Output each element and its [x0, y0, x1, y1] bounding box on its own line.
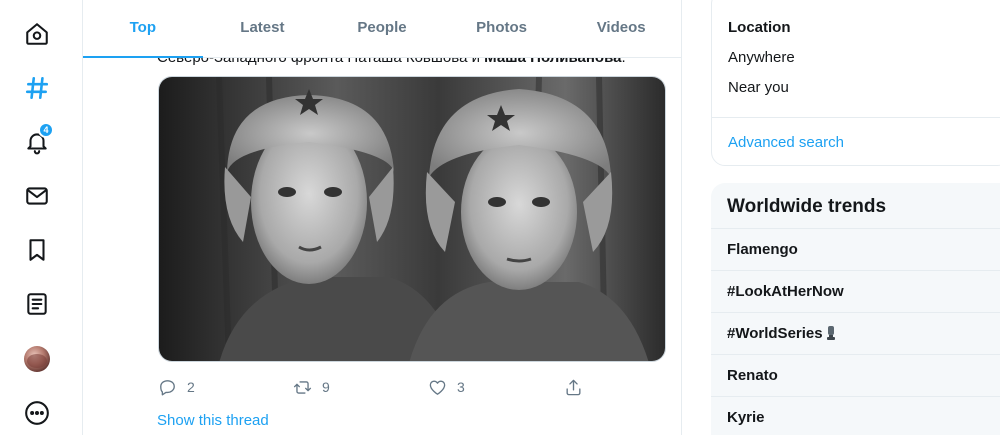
tab-label: Videos — [596, 18, 646, 36]
tab-people[interactable]: People — [322, 0, 442, 58]
trend-label: #WorldSeries — [727, 325, 823, 342]
reply-icon — [160, 379, 175, 395]
trends-card: Worldwide trends Flamengo #LookAtHerNow … — [711, 183, 1000, 435]
heart-icon — [429, 379, 446, 395]
nav-explore-button[interactable] — [13, 66, 61, 110]
reply-count: 2 — [187, 379, 195, 395]
divider — [711, 312, 1000, 313]
nav-bookmarks-button[interactable] — [13, 228, 61, 272]
search-tabs: Top Latest People Photos Videos — [83, 0, 681, 58]
trend-item[interactable]: #WorldSeries — [727, 325, 836, 344]
trend-item[interactable]: Kyrie — [727, 409, 765, 426]
search-results-column: Северо-Западного фронта Наташа Ковшова и… — [82, 0, 682, 435]
tweet-actions: 2 9 3 — [158, 376, 588, 398]
hashtag-icon — [25, 76, 49, 100]
primary-nav: 4 — [0, 0, 82, 435]
divider — [711, 270, 1000, 271]
trends-title: Worldwide trends — [727, 196, 887, 217]
more-dots-icon — [25, 401, 49, 425]
location-filter-title: Location — [728, 19, 791, 36]
divider — [711, 354, 1000, 355]
nav-profile-button[interactable] — [13, 337, 61, 381]
tab-latest[interactable]: Latest — [203, 0, 323, 58]
tab-top[interactable]: Top — [83, 0, 203, 58]
nav-home-button[interactable] — [13, 12, 61, 56]
black-and-white-portrait-image — [159, 77, 665, 361]
bookmark-icon — [29, 239, 45, 261]
baseball-trophy-emoji-icon — [826, 325, 836, 344]
retweet-count: 9 — [322, 379, 330, 395]
advanced-search-link[interactable]: Advanced search — [728, 134, 844, 151]
location-option-anywhere[interactable]: Anywhere — [728, 49, 795, 66]
location-option-near-you[interactable]: Near you — [728, 79, 789, 96]
avatar — [24, 346, 50, 372]
divider — [711, 396, 1000, 397]
tab-label: Photos — [476, 18, 527, 36]
tab-label: Latest — [240, 18, 285, 36]
nav-more-button[interactable] — [13, 391, 61, 435]
nav-notifications-button[interactable]: 4 — [13, 120, 61, 164]
share-button[interactable] — [564, 376, 583, 398]
reply-button[interactable]: 2 — [158, 376, 195, 398]
show-thread-link[interactable]: Show this thread — [157, 412, 269, 429]
envelope-icon — [26, 187, 48, 205]
divider — [712, 117, 1000, 118]
notification-count-badge: 4 — [38, 122, 54, 138]
twitter-app: 4 Top Latest People Photos Videos 2 9 3 … — [0, 0, 1000, 435]
nav-lists-button[interactable] — [13, 282, 61, 326]
share-icon — [566, 379, 581, 395]
right-sidebar: Location Anywhere Near you Advanced sear… — [711, 0, 1000, 435]
tab-label: Top — [129, 18, 156, 36]
divider — [711, 228, 1000, 229]
list-icon — [27, 293, 47, 315]
retweet-icon — [293, 380, 312, 394]
retweet-button[interactable]: 9 — [293, 376, 330, 398]
search-filters-card: Location Anywhere Near you Advanced sear… — [711, 0, 1000, 166]
trend-item[interactable]: #LookAtHerNow — [727, 283, 844, 300]
nav-messages-button[interactable] — [13, 174, 61, 218]
tab-photos[interactable]: Photos — [442, 0, 562, 58]
home-icon — [26, 23, 48, 45]
tab-label: People — [357, 18, 407, 36]
trend-item[interactable]: Flamengo — [727, 241, 798, 258]
trend-item[interactable]: Renato — [727, 367, 778, 384]
tweet-photo[interactable] — [158, 76, 666, 362]
like-button[interactable]: 3 — [428, 376, 465, 398]
tab-videos[interactable]: Videos — [561, 0, 681, 58]
like-count: 3 — [457, 379, 465, 395]
